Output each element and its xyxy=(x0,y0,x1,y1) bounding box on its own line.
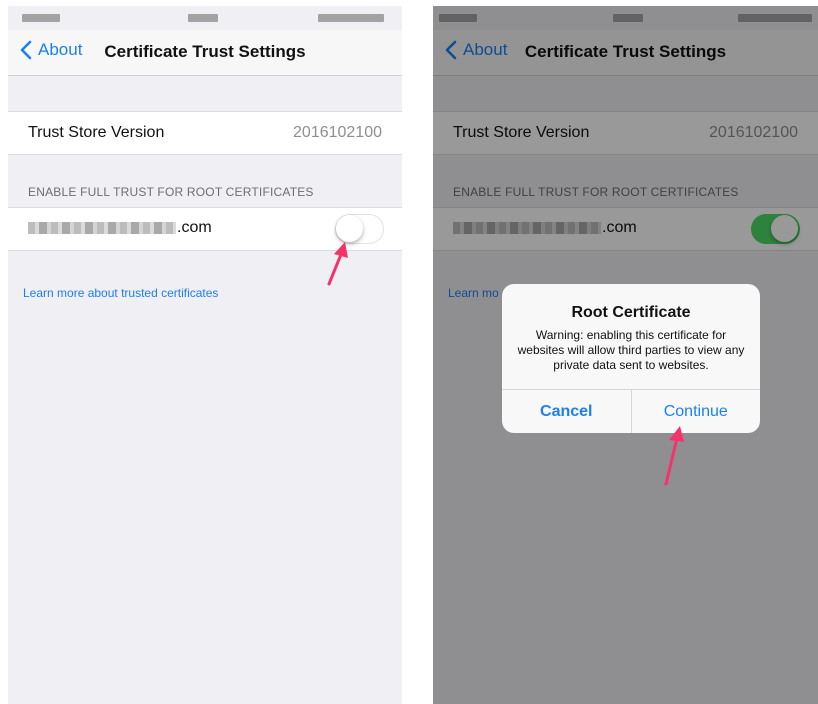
cancel-button[interactable]: Cancel xyxy=(502,390,632,433)
toggle-knob xyxy=(336,215,363,242)
annotation-arrow-icon xyxy=(327,242,348,286)
section-header: ENABLE FULL TRUST FOR ROOT CERTIFICATES xyxy=(28,185,314,199)
trust-store-row: Trust Store Version 2016102100 xyxy=(8,111,402,155)
screen-after: About Certificate Trust Settings Trust S… xyxy=(433,6,818,704)
screen-before: About Certificate Trust Settings Trust S… xyxy=(8,6,402,704)
alert-message: Warning: enabling this certificate for w… xyxy=(517,328,745,372)
page-title: Certificate Trust Settings xyxy=(104,42,306,61)
alert-button-row: Cancel Continue xyxy=(502,389,760,433)
annotation-arrow-icon xyxy=(664,426,684,486)
continue-button[interactable]: Continue xyxy=(632,390,761,433)
trust-store-label: Trust Store Version xyxy=(28,124,165,141)
redacted-text xyxy=(28,221,176,234)
trust-store-value: 2016102100 xyxy=(293,124,382,141)
alert-title: Root Certificate xyxy=(571,304,691,321)
root-certificate-alert: Root Certificate Warning: enabling this … xyxy=(502,284,760,433)
certificate-name: .com xyxy=(28,219,212,237)
learn-more-link[interactable]: Learn more about trusted certificates xyxy=(23,286,218,300)
status-bar xyxy=(8,6,402,30)
navigation-bar: About Certificate Trust Settings xyxy=(8,30,402,76)
